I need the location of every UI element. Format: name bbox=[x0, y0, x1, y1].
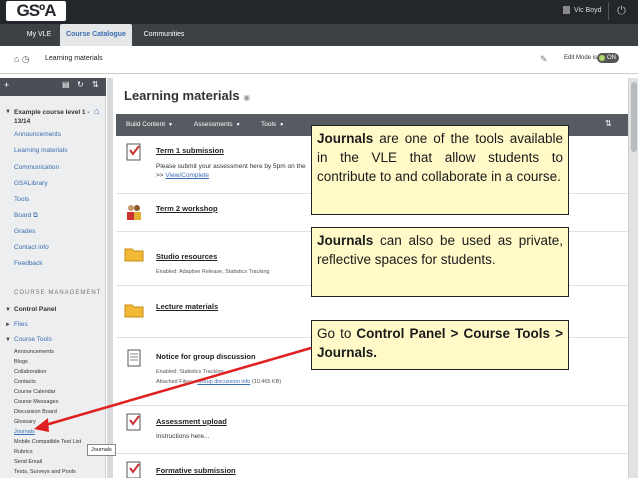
red-arrow-annotation bbox=[34, 346, 312, 432]
